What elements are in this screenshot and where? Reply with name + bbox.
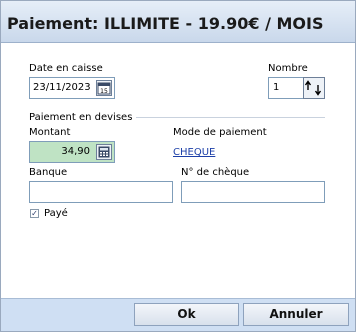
dialog-footer: Ok Annuler [1,298,355,331]
cheque-input[interactable] [181,181,325,203]
montant-field[interactable]: 34,90 [29,141,115,163]
montant-value: 34,90 [61,146,90,157]
ok-button[interactable]: Ok [134,303,239,326]
section-label: Paiement en devises [29,112,137,123]
date-value: 23/11/2023 [33,82,91,93]
banque-input[interactable] [29,181,173,203]
calculator-icon[interactable] [96,144,112,160]
nombre-label: Nombre [268,63,308,74]
calendar-icon[interactable]: 15 [96,80,112,96]
montant-label: Montant [29,127,71,138]
cheque-label: N° de chèque [181,167,250,178]
mode-label: Mode de paiement [173,127,267,138]
payment-dialog: Paiement: ILLIMITE - 19.90€ / MOIS Date … [0,0,356,332]
mode-link[interactable]: CHEQUE [173,147,215,158]
date-label: Date en caisse [29,63,103,74]
paye-label: Payé [44,208,68,219]
date-field[interactable]: 23/11/2023 15 [29,77,115,99]
dialog-title: Paiement: ILLIMITE - 19.90€ / MOIS [7,14,324,33]
nombre-stepper-icon[interactable] [303,77,325,99]
svg-text:15: 15 [100,88,108,95]
title-bar: Paiement: ILLIMITE - 19.90€ / MOIS [1,1,355,43]
banque-label: Banque [29,167,68,178]
annuler-button[interactable]: Annuler [243,303,349,326]
paye-checkbox[interactable]: ✓ [30,209,39,218]
nombre-value: 1 [273,82,280,93]
